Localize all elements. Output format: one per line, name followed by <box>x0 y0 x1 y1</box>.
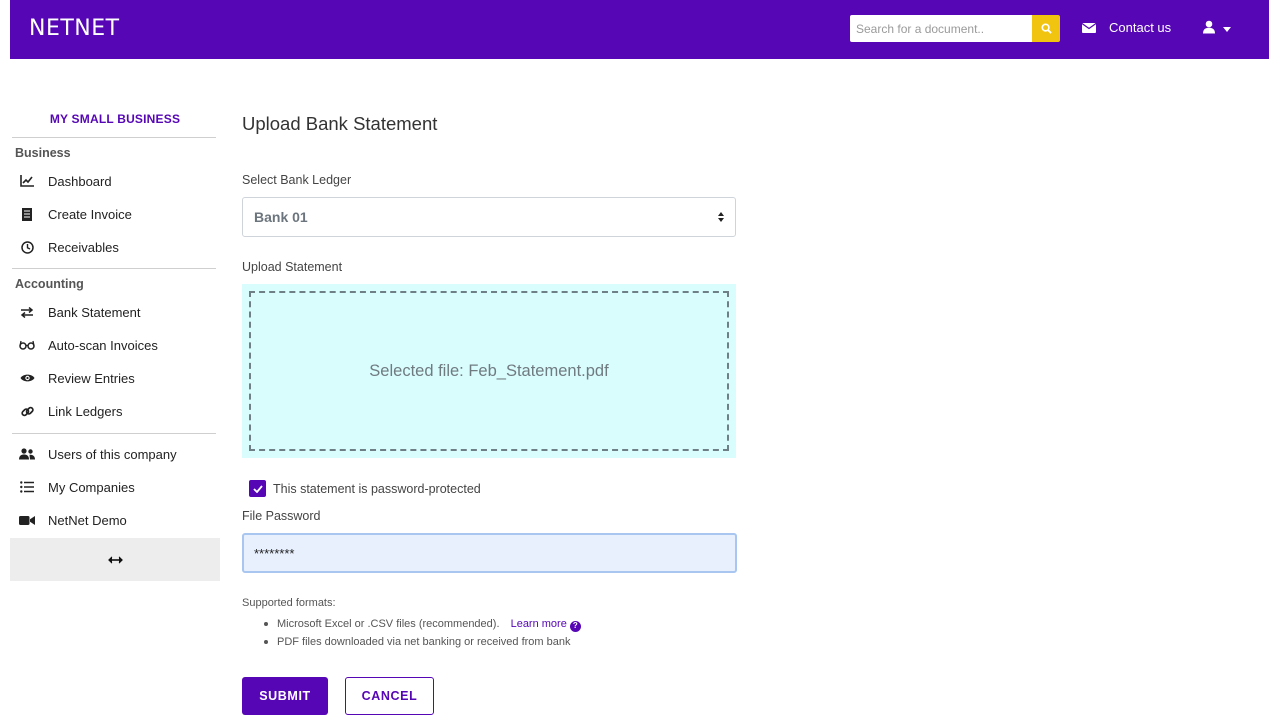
file-password-label: File Password <box>242 509 321 523</box>
learn-more-label: Learn more <box>510 618 567 630</box>
page-title: Upload Bank Statement <box>242 113 438 134</box>
chevron-down-icon <box>1223 27 1231 32</box>
left-frame-edge <box>0 0 10 720</box>
cancel-button[interactable]: CANCEL <box>345 677 434 715</box>
user-menu-button[interactable] <box>1203 20 1231 39</box>
sidebar-item-label: Bank Statement <box>48 304 141 320</box>
link-icon <box>19 403 35 419</box>
contact-us-link[interactable]: Contact us <box>1082 20 1171 35</box>
search-button[interactable] <box>1032 15 1060 42</box>
user-icon <box>1203 20 1215 39</box>
selected-file-text: Selected file: Feb_Statement.pdf <box>369 361 609 380</box>
sidebar-item-label: Auto-scan Invoices <box>48 337 158 353</box>
ledger-label: Select Bank Ledger <box>242 173 352 187</box>
sidebar-item-link-ledgers[interactable]: Link Ledgers <box>10 396 220 426</box>
brand-logo[interactable]: NETNET <box>29 16 120 41</box>
sidebar-item-review-entries[interactable]: Review Entries <box>10 363 220 393</box>
formats-title: Supported formats: <box>242 597 336 609</box>
divider <box>12 137 216 138</box>
sidebar-item-create-invoice[interactable]: Create Invoice <box>10 199 220 229</box>
envelope-icon <box>1082 22 1096 33</box>
right-frame-edge <box>1269 0 1280 720</box>
sidebar-item-label: NetNet Demo <box>48 512 127 528</box>
divider <box>12 268 216 269</box>
sidebar-item-label: Users of this company <box>48 446 177 462</box>
search-input[interactable] <box>850 15 1032 42</box>
exchange-icon <box>19 304 35 320</box>
company-name[interactable]: MY SMALL BUSINESS <box>10 112 220 126</box>
search-box <box>850 15 1060 42</box>
bank-ledger-select[interactable]: Bank 01 <box>242 197 736 237</box>
sidebar-item-label: Link Ledgers <box>48 403 123 419</box>
sidebar-item-label: Create Invoice <box>48 206 132 222</box>
format-text: Microsoft Excel or .CSV files (recommend… <box>277 618 500 630</box>
file-dropzone[interactable]: Selected file: Feb_Statement.pdf <box>242 284 736 458</box>
video-icon <box>19 512 35 528</box>
password-protected-label[interactable]: This statement is password-protected <box>273 482 481 496</box>
sidebar-item-label: My Companies <box>48 479 135 495</box>
section-title-business: Business <box>15 146 71 160</box>
password-protected-checkbox[interactable] <box>249 480 266 497</box>
sidebar-item-users-of-this-company[interactable]: Users of this company <box>10 439 220 469</box>
sidebar-item-label: Receivables <box>48 239 119 255</box>
learn-more-link[interactable]: Learn more? <box>510 618 581 632</box>
divider <box>12 433 216 434</box>
sidebar-item-label: Dashboard <box>48 173 112 189</box>
chart-line-icon <box>19 173 35 189</box>
sidebar-item-my-companies[interactable]: My Companies <box>10 472 220 502</box>
sidebar-collapse-toggle[interactable] <box>10 538 220 581</box>
list-item: Microsoft Excel or .CSV files (recommend… <box>242 615 581 633</box>
glasses-icon <box>19 337 35 353</box>
format-text: PDF files downloaded via net banking or … <box>277 636 571 648</box>
password-protected-row: This statement is password-protected <box>249 480 481 497</box>
select-arrows-icon <box>718 212 724 222</box>
checkmark-icon <box>252 484 263 493</box>
section-title-accounting: Accounting <box>15 277 84 291</box>
dropzone-border: Selected file: Feb_Statement.pdf <box>249 291 729 451</box>
contact-us-label: Contact us <box>1109 20 1172 35</box>
question-circle-icon: ? <box>569 620 581 632</box>
users-icon <box>19 446 35 462</box>
sidebar-item-netnet-demo[interactable]: NetNet Demo <box>10 505 220 535</box>
supported-formats: Supported formats: Microsoft Excel or .C… <box>242 597 581 651</box>
upload-label: Upload Statement <box>242 260 343 274</box>
search-icon <box>1040 23 1052 34</box>
sidebar-item-dashboard[interactable]: Dashboard <box>10 166 220 196</box>
receipt-icon <box>19 206 35 222</box>
sidebar-item-label: Review Entries <box>48 370 135 386</box>
clock-icon <box>19 239 35 255</box>
page: NETNET Contact us <box>0 0 1280 720</box>
sidebar: MY SMALL BUSINESS Business Dashboard Cre… <box>10 59 220 720</box>
sidebar-item-receivables[interactable]: Receivables <box>10 232 220 262</box>
file-password-input[interactable] <box>242 533 737 573</box>
top-navbar: NETNET Contact us <box>10 0 1269 59</box>
arrows-horizontal-icon <box>107 555 123 564</box>
formats-list: Microsoft Excel or .CSV files (recommend… <box>242 615 581 651</box>
submit-button[interactable]: SUBMIT <box>242 677 328 715</box>
list-icon <box>19 479 35 495</box>
list-item: PDF files downloaded via net banking or … <box>242 633 581 651</box>
bank-ledger-selected-value: Bank 01 <box>254 209 308 225</box>
sidebar-item-bank-statement[interactable]: Bank Statement <box>10 297 220 327</box>
sidebar-item-auto-scan-invoices[interactable]: Auto-scan Invoices <box>10 330 220 360</box>
eye-icon <box>19 370 35 386</box>
